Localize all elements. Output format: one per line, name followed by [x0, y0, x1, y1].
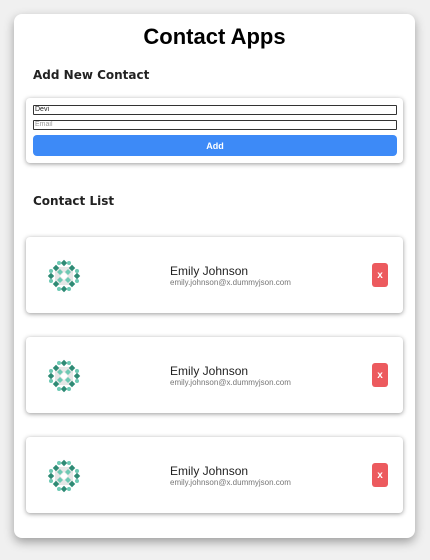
contact-name: Emily Johnson: [170, 264, 249, 278]
email-field[interactable]: [33, 120, 397, 130]
delete-contact-button[interactable]: x: [372, 263, 388, 287]
contact-name: Emily Johnson: [170, 364, 249, 378]
add-contact-form: Add: [26, 98, 403, 163]
identicon-icon: [47, 459, 81, 493]
delete-contact-button[interactable]: x: [372, 463, 388, 487]
contact-info: Emily Johnson emily.johnson@x.dummyjson.…: [170, 464, 291, 488]
contact-email: emily.johnson@x.dummyjson.com: [170, 478, 291, 487]
contact-card: Emily Johnson emily.johnson@x.dummyjson.…: [26, 337, 403, 413]
contact-card: Emily Johnson emily.johnson@x.dummyjson.…: [26, 437, 403, 513]
page-title: Contact Apps: [143, 24, 286, 49]
add-button[interactable]: Add: [33, 135, 397, 156]
delete-contact-button[interactable]: x: [372, 363, 388, 387]
contact-info: Emily Johnson emily.johnson@x.dummyjson.…: [170, 264, 291, 288]
contact-email: emily.johnson@x.dummyjson.com: [170, 278, 291, 287]
contact-card: Emily Johnson emily.johnson@x.dummyjson.…: [26, 237, 403, 313]
contact-info: Emily Johnson emily.johnson@x.dummyjson.…: [170, 364, 291, 388]
identicon-icon: [47, 359, 81, 393]
name-field[interactable]: [33, 105, 397, 115]
contact-email: emily.johnson@x.dummyjson.com: [170, 378, 291, 387]
contact-list-heading: Contact List: [33, 194, 115, 208]
identicon-icon: [47, 259, 81, 293]
contact-name: Emily Johnson: [170, 464, 249, 478]
contact-app-card: Contact Apps Add New Contact Add Contact…: [14, 14, 415, 538]
add-contact-heading: Add New Contact: [33, 68, 150, 82]
